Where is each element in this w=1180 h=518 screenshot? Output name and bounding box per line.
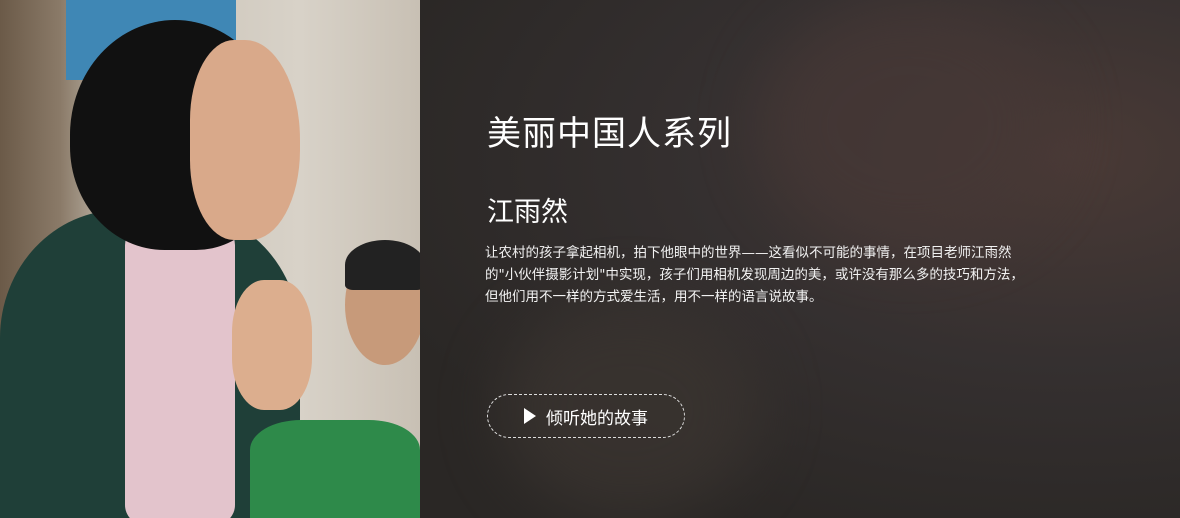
child-body [250, 420, 420, 518]
listen-story-button[interactable]: 倾听她的故事 [487, 394, 685, 438]
hero-photo [0, 0, 420, 518]
person-name: 江雨然 [487, 197, 568, 228]
teacher-scarf [125, 225, 235, 518]
button-label: 倾听她的故事 [546, 408, 648, 429]
teacher-face [190, 40, 300, 240]
teacher-hand [232, 280, 312, 410]
play-icon [524, 408, 536, 424]
child-hair [345, 240, 420, 290]
description: 让农村的孩子拿起相机，拍下他眼中的世界——这看似不可能的事情，在项目老师江雨然的… [485, 245, 1024, 305]
series-title: 美丽中国人系列 [487, 114, 732, 154]
bg-blur [760, 0, 1060, 250]
